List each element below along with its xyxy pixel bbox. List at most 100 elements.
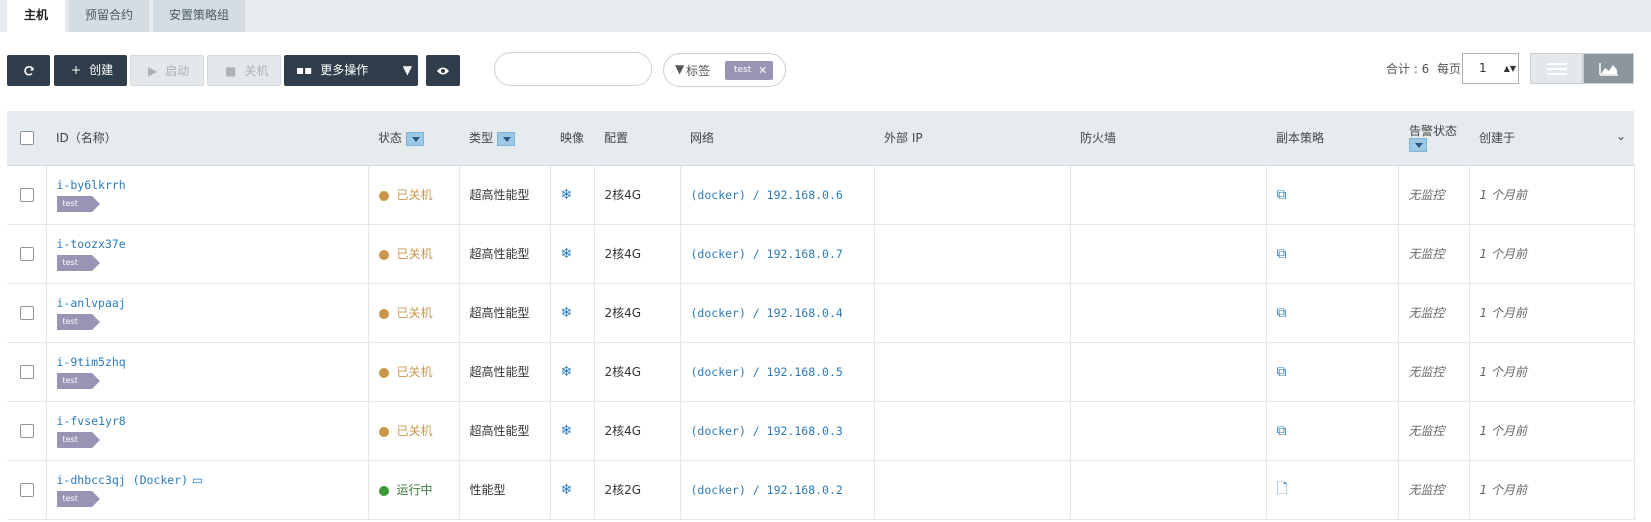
external-ip-cell (874, 342, 1071, 402)
external-ip-cell (874, 460, 1071, 520)
search-input[interactable] (494, 52, 652, 86)
created-cell: 1 个月前 (1469, 224, 1635, 284)
copy-icon[interactable]: ⧉ (1277, 364, 1287, 380)
config-cell: 2核4G (594, 283, 681, 343)
copy-icon[interactable]: ⧉ (1277, 305, 1287, 321)
firewall-cell (1070, 401, 1267, 461)
network-link[interactable]: (docker) / 192.168.0.5 (691, 365, 843, 379)
chart-view-button[interactable] (1583, 53, 1634, 84)
header-external-ip: 外部 IP (874, 111, 1070, 166)
row-checkbox[interactable] (20, 187, 34, 202)
area-chart-icon (1599, 63, 1618, 76)
vnc-icon[interactable]: ▭ (192, 473, 203, 487)
per-page-select[interactable]: 1 ▲▼ (1462, 53, 1519, 84)
alarm-cell: 无监控 (1398, 283, 1470, 343)
instance-id-link[interactable]: i-fvse1yr8 (57, 414, 126, 428)
created-cell: 1 个月前 (1469, 342, 1635, 402)
header-network: 网络 (680, 111, 874, 166)
more-actions-label: 更多操作 (320, 63, 369, 77)
table-row[interactable]: i-dhbcc3qj (Docker) ▭ test 运行中 性能型 ❄ 2核2G… (7, 460, 1635, 520)
header-type[interactable]: 类型 (459, 111, 550, 166)
start-button[interactable]: ▶ 启动 (130, 55, 204, 86)
alarm-cell: 无监控 (1398, 165, 1470, 225)
status-dot-icon (378, 190, 389, 201)
status-filter-icon[interactable] (406, 131, 425, 146)
type-cell: 超高性能型 (459, 283, 551, 343)
instance-id-link[interactable]: i-toozx37e (57, 237, 126, 251)
copy-icon[interactable]: ⧉ (1277, 187, 1287, 203)
table-row[interactable]: i-fvse1yr8 test 已关机 超高性能型 ❄ 2核4G (docker)… (7, 401, 1635, 461)
instances-table: ID（名称） 状态 类型 映像 配置 网络 外部 IP 防火墙 副本策略 告警状… (7, 111, 1635, 520)
instance-id-link[interactable]: i-by6lkrrh (57, 178, 126, 192)
instance-id-link[interactable]: i-9tim5zhq (57, 355, 126, 369)
tag-filter[interactable]: ▼ 标签 test ✕ (663, 53, 786, 87)
remove-tag-icon[interactable]: ✕ (758, 61, 767, 80)
network-link[interactable]: (docker) / 192.168.0.2 (691, 483, 843, 497)
image-snowflake-icon[interactable]: ❄ (561, 246, 573, 262)
pager: 合计 : 6 每页: (1386, 60, 1465, 77)
copy-icon[interactable]: ⧉ (1277, 423, 1287, 439)
firewall-cell (1070, 283, 1267, 343)
network-link[interactable]: (docker) / 192.168.0.6 (691, 188, 843, 202)
alarm-cell: 无监控 (1398, 460, 1470, 520)
copy-icon[interactable]: ⧉ (1277, 246, 1287, 262)
stop-icon: ■ (225, 64, 237, 78)
refresh-button[interactable] (7, 55, 50, 86)
row-checkbox[interactable] (20, 423, 34, 438)
table-row[interactable]: i-toozx37e test 已关机 超高性能型 ❄ 2核4G (docker)… (7, 224, 1635, 284)
network-link[interactable]: (docker) / 192.168.0.7 (691, 247, 843, 261)
document-icon[interactable]: 🗋 (1277, 481, 1288, 497)
image-snowflake-icon[interactable]: ❄ (561, 364, 573, 380)
shutdown-button[interactable]: ■ 关机 (207, 55, 281, 86)
tag-chip-label: test (734, 65, 752, 75)
refresh-icon (23, 65, 34, 76)
row-checkbox[interactable] (20, 482, 34, 497)
firewall-cell (1070, 224, 1267, 284)
table-header: ID（名称） 状态 类型 映像 配置 网络 外部 IP 防火墙 副本策略 告警状… (7, 111, 1634, 166)
type-cell: 超高性能型 (459, 342, 551, 402)
alarm-cell: 无监控 (1398, 401, 1470, 461)
select-all-checkbox[interactable] (20, 131, 34, 145)
row-tag[interactable]: test (56, 372, 101, 389)
header-status[interactable]: 状态 (368, 111, 459, 166)
row-tag[interactable]: test (56, 490, 101, 507)
table-row[interactable]: i-by6lkrrh test 已关机 超高性能型 ❄ 2核4G (docker)… (7, 165, 1635, 225)
table-row[interactable]: i-9tim5zhq test 已关机 超高性能型 ❄ 2核4G (docker)… (7, 342, 1635, 402)
tag-chip: test ✕ (725, 61, 774, 80)
row-tag[interactable]: test (56, 431, 101, 448)
image-snowflake-icon[interactable]: ❄ (561, 187, 573, 203)
row-checkbox[interactable] (20, 246, 34, 261)
row-checkbox[interactable] (20, 364, 34, 379)
per-page-label: 每页: (1436, 62, 1465, 76)
image-snowflake-icon[interactable]: ❄ (561, 423, 573, 439)
network-link[interactable]: (docker) / 192.168.0.4 (691, 306, 843, 320)
row-tag[interactable]: test (56, 195, 101, 212)
type-filter-icon[interactable] (497, 131, 516, 146)
total-count: 合计 : 6 (1386, 62, 1430, 76)
tab-placement-groups[interactable]: 安置策略组 (153, 0, 245, 32)
more-actions-dropdown[interactable]: ▪▪ 更多操作 ▼ (284, 55, 418, 86)
row-checkbox[interactable] (20, 305, 34, 320)
status-text: 已关机 (396, 365, 433, 379)
instance-id-link[interactable]: i-dhbcc3qj (Docker) (57, 473, 189, 487)
external-ip-cell (874, 224, 1071, 284)
network-link[interactable]: (docker) / 192.168.0.3 (691, 424, 843, 438)
image-snowflake-icon[interactable]: ❄ (561, 482, 573, 498)
start-label: 启动 (165, 64, 190, 78)
status-dot-icon (378, 249, 389, 260)
tab-hosts[interactable]: 主机 (7, 0, 65, 32)
create-button[interactable]: + 创建 (54, 55, 127, 86)
instance-id-link[interactable]: i-anlvpaaj (57, 296, 126, 310)
eye-button[interactable] (426, 55, 460, 86)
header-alarm[interactable]: 告警状态 (1398, 111, 1469, 166)
columns-dropdown-icon[interactable]: ⌄ (1616, 129, 1626, 143)
row-tag[interactable]: test (56, 313, 101, 330)
alarm-filter-icon[interactable] (1409, 138, 1427, 152)
image-snowflake-icon[interactable]: ❄ (561, 305, 573, 321)
play-icon: ▶ (148, 64, 158, 78)
config-cell: 2核4G (594, 165, 681, 225)
row-tag[interactable]: test (56, 254, 101, 271)
tab-reserved-contracts[interactable]: 预留合约 (69, 0, 149, 32)
table-row[interactable]: i-anlvpaaj test 已关机 超高性能型 ❄ 2核4G (docker)… (7, 283, 1635, 343)
list-view-button[interactable] (1530, 53, 1583, 84)
